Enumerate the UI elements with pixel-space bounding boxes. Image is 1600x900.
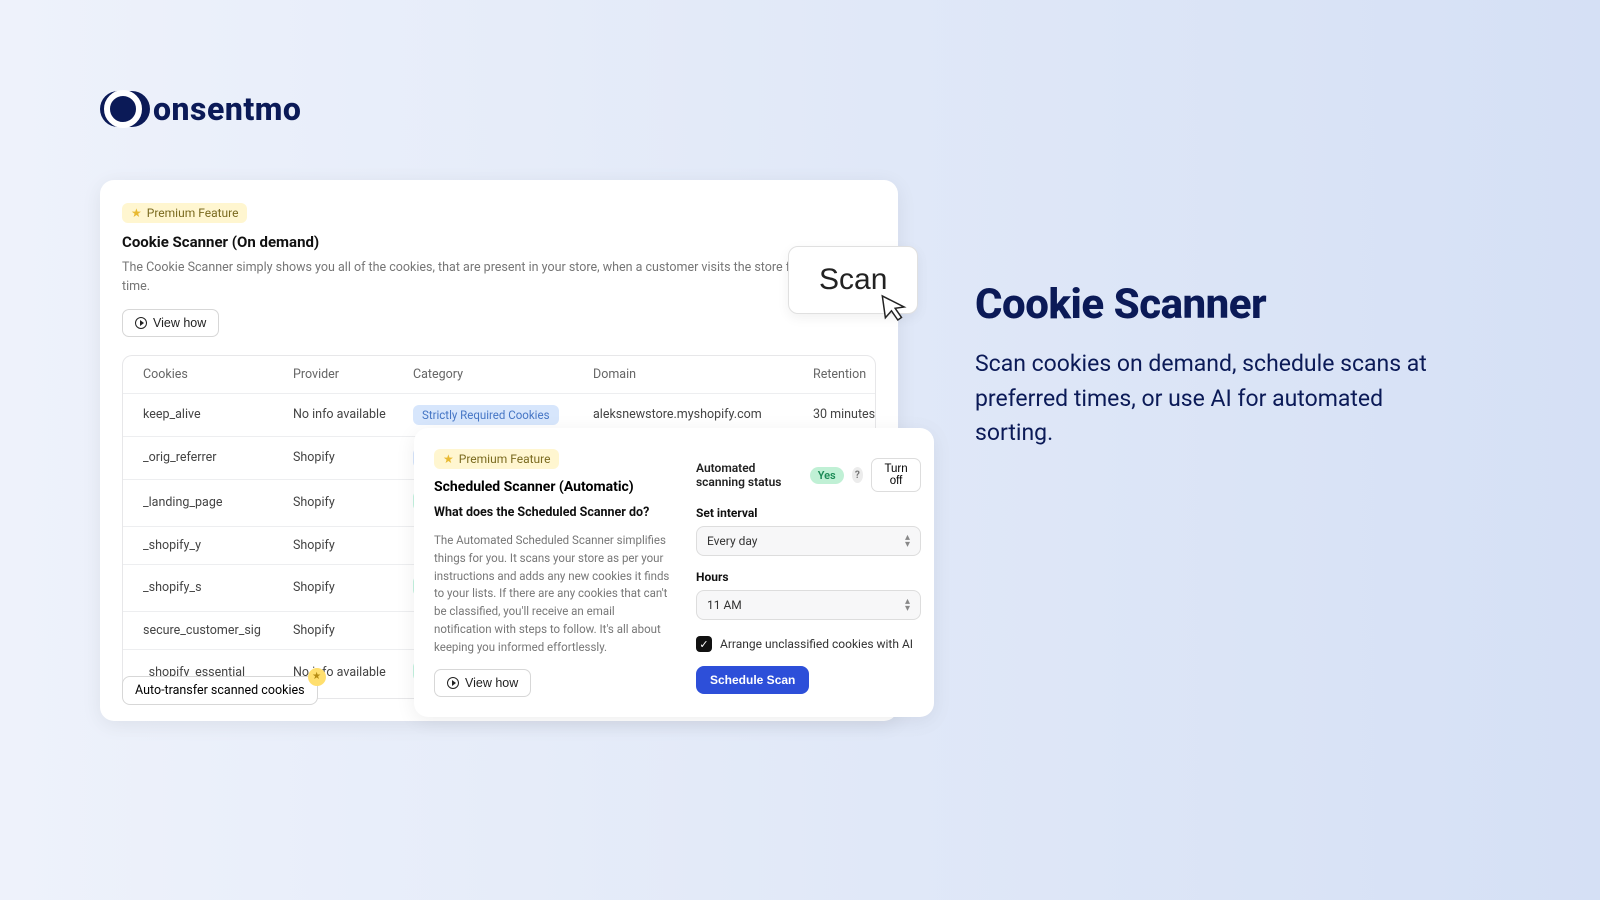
hero-section: Cookie Scanner Scan cookies on demand, s… (975, 280, 1455, 451)
premium-label: Premium Feature (147, 206, 239, 220)
logo-mark-icon (100, 91, 150, 127)
ai-checkbox-label: Arrange unclassified cookies with AI (720, 637, 913, 651)
col-provider: Provider (293, 367, 413, 382)
scheduled-subtitle: What does the Scheduled Scanner do? (434, 505, 674, 520)
cookie-name: _landing_page (143, 495, 293, 510)
view-how-label: View how (465, 676, 518, 690)
star-icon: ★ (443, 452, 454, 466)
premium-feature-badge: ★ Premium Feature (434, 449, 559, 469)
cookie-name: _shopify_s (143, 580, 293, 595)
ai-checkbox-row[interactable]: ✓ Arrange unclassified cookies with AI (696, 636, 921, 652)
cookie-provider: Shopify (293, 450, 413, 465)
scheduled-scanner-panel: ★ Premium Feature Scheduled Scanner (Aut… (414, 428, 934, 717)
table-header-row: Cookies Provider Category Domain Retenti… (123, 356, 875, 394)
star-icon: ★ (131, 206, 142, 220)
scheduled-title: Scheduled Scanner (Automatic) (434, 479, 674, 495)
hours-select[interactable]: 11 AM ▴▾ (696, 590, 921, 620)
view-how-button[interactable]: View how (434, 669, 531, 697)
scan-label: Scan (819, 263, 887, 296)
cookie-provider: Shopify (293, 623, 413, 638)
cookie-provider: Shopify (293, 495, 413, 510)
hours-value: 11 AM (707, 598, 742, 612)
brand-logo: onsentmo (100, 90, 301, 128)
scan-status-row: Automated scanning status Yes ? Turn off (696, 458, 921, 492)
view-how-button[interactable]: View how (122, 309, 219, 337)
view-how-label: View how (153, 316, 206, 330)
turn-off-button[interactable]: Turn off (871, 458, 921, 492)
status-label: Automated scanning status (696, 461, 802, 489)
col-retention: Retention (813, 367, 893, 382)
star-icon: ★ (308, 668, 326, 686)
premium-feature-badge: ★ Premium Feature (122, 203, 247, 223)
schedule-scan-button[interactable]: Schedule Scan (696, 666, 809, 694)
interval-label: Set interval (696, 506, 921, 520)
cookie-name: _orig_referrer (143, 450, 293, 465)
cookie-name: _shopify_y (143, 538, 293, 553)
cookie-provider: No info available (293, 407, 413, 422)
checkbox-checked-icon: ✓ (696, 636, 712, 652)
scheduled-body: The Automated Scheduled Scanner simplifi… (434, 532, 674, 657)
hours-label: Hours (696, 570, 921, 584)
cursor-icon (878, 288, 916, 326)
cookie-provider: Shopify (293, 538, 413, 553)
category-chip: Strictly Required Cookies (413, 405, 559, 425)
auto-transfer-button[interactable]: Auto-transfer scanned cookies ★ (122, 676, 318, 705)
chevron-updown-icon: ▴▾ (905, 534, 910, 548)
col-cookies: Cookies (143, 367, 293, 382)
cookie-name: secure_customer_sig (143, 623, 293, 638)
cookie-retention: 30 minutes (813, 407, 893, 422)
hero-body: Scan cookies on demand, schedule scans a… (975, 347, 1455, 451)
col-domain: Domain (593, 367, 813, 382)
cookie-name: keep_alive (143, 407, 293, 422)
on-demand-description: The Cookie Scanner simply shows you all … (122, 259, 876, 297)
interval-select[interactable]: Every day ▴▾ (696, 526, 921, 556)
col-category: Category (413, 367, 593, 382)
help-icon[interactable]: ? (852, 467, 863, 483)
play-icon (447, 677, 459, 689)
brand-name: onsentmo (153, 90, 301, 128)
chevron-updown-icon: ▴▾ (905, 598, 910, 612)
hero-title: Cookie Scanner (975, 280, 1455, 329)
auto-transfer-label: Auto-transfer scanned cookies (135, 683, 305, 698)
play-icon (135, 317, 147, 329)
premium-label: Premium Feature (459, 452, 551, 466)
on-demand-title: Cookie Scanner (On demand) (122, 233, 876, 251)
cookie-provider: Shopify (293, 580, 413, 595)
cookie-domain: aleksnewstore.myshopify.com (593, 407, 813, 422)
status-value: Yes (810, 467, 844, 484)
interval-value: Every day (707, 534, 757, 548)
